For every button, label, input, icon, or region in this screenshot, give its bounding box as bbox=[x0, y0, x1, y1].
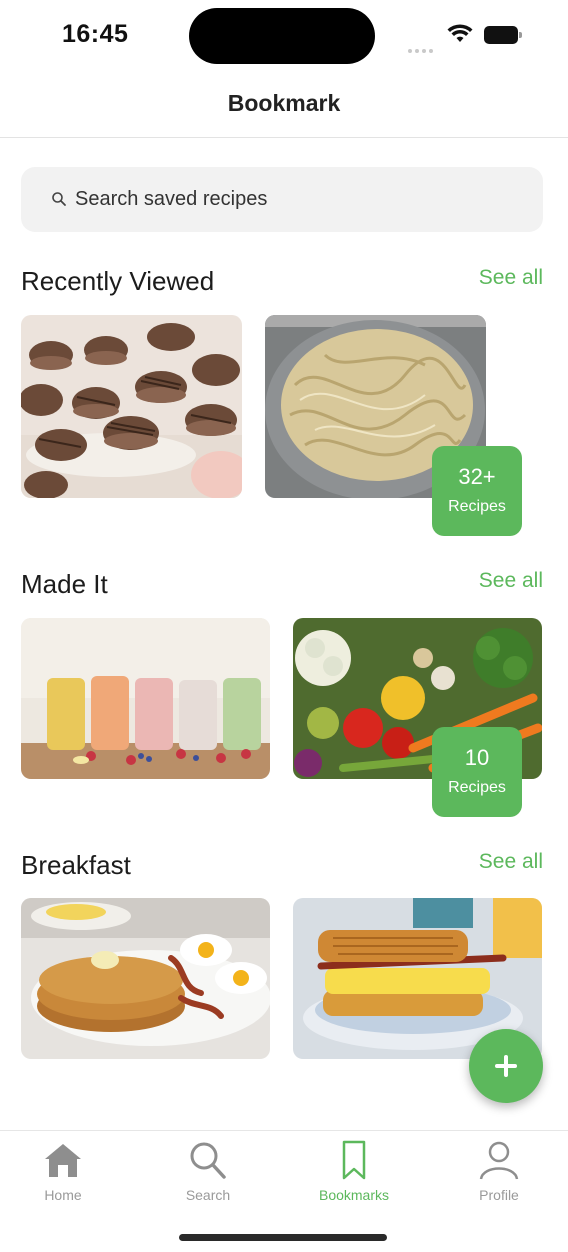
search-icon bbox=[52, 192, 66, 206]
nav-header: Bookmark bbox=[0, 72, 568, 138]
see-all-breakfast-link[interactable]: See all bbox=[479, 850, 543, 874]
cellular-signal-icon bbox=[408, 40, 438, 53]
page-title: Bookmark bbox=[227, 90, 341, 116]
tab-bookmarks[interactable]: Bookmarks bbox=[299, 1139, 409, 1209]
battery-icon bbox=[484, 26, 522, 44]
recipe-card-macarons[interactable] bbox=[21, 315, 242, 498]
status-time: 16:45 bbox=[62, 20, 129, 48]
collection-count-badge[interactable]: 10 Recipes bbox=[432, 727, 522, 817]
recipe-card-smoothies[interactable] bbox=[21, 618, 270, 779]
tab-label: Home bbox=[44, 1187, 82, 1203]
bookmark-icon bbox=[342, 1140, 366, 1180]
see-all-recently-viewed-link[interactable]: See all bbox=[479, 266, 543, 290]
wifi-icon bbox=[447, 24, 473, 42]
badge-count: 32+ bbox=[458, 464, 496, 489]
tab-profile[interactable]: Profile bbox=[444, 1139, 554, 1209]
see-all-made-it-link[interactable]: See all bbox=[479, 569, 543, 593]
status-bar: 16:45 bbox=[0, 0, 568, 72]
tab-label: Profile bbox=[479, 1187, 519, 1203]
badge-label: Recipes bbox=[448, 498, 506, 515]
recipe-card-pancakes[interactable] bbox=[21, 898, 270, 1059]
badge-count: 10 bbox=[464, 745, 490, 770]
tab-search[interactable]: Search bbox=[153, 1139, 263, 1209]
macarons-image bbox=[21, 315, 242, 498]
tab-label: Search bbox=[185, 1187, 231, 1203]
smoothies-image bbox=[21, 618, 270, 779]
search-input[interactable]: Search saved recipes bbox=[21, 167, 543, 232]
add-button[interactable] bbox=[469, 1029, 543, 1103]
section-title-breakfast: Breakfast bbox=[21, 850, 131, 880]
pancakes-image bbox=[21, 898, 270, 1059]
collection-count-badge[interactable]: 32+ Recipes bbox=[432, 446, 522, 536]
search-placeholder: Search saved recipes bbox=[75, 188, 268, 210]
profile-icon bbox=[479, 1141, 519, 1180]
tab-home[interactable]: Home bbox=[8, 1139, 118, 1209]
section-title-made-it: Made It bbox=[21, 569, 108, 599]
home-indicator bbox=[179, 1234, 387, 1241]
badge-label: Recipes bbox=[448, 779, 506, 796]
tab-label: Bookmarks bbox=[318, 1187, 390, 1203]
search-icon bbox=[190, 1142, 226, 1179]
section-title-recently-viewed: Recently Viewed bbox=[21, 266, 215, 296]
dynamic-island bbox=[189, 8, 375, 64]
home-icon bbox=[45, 1144, 81, 1177]
